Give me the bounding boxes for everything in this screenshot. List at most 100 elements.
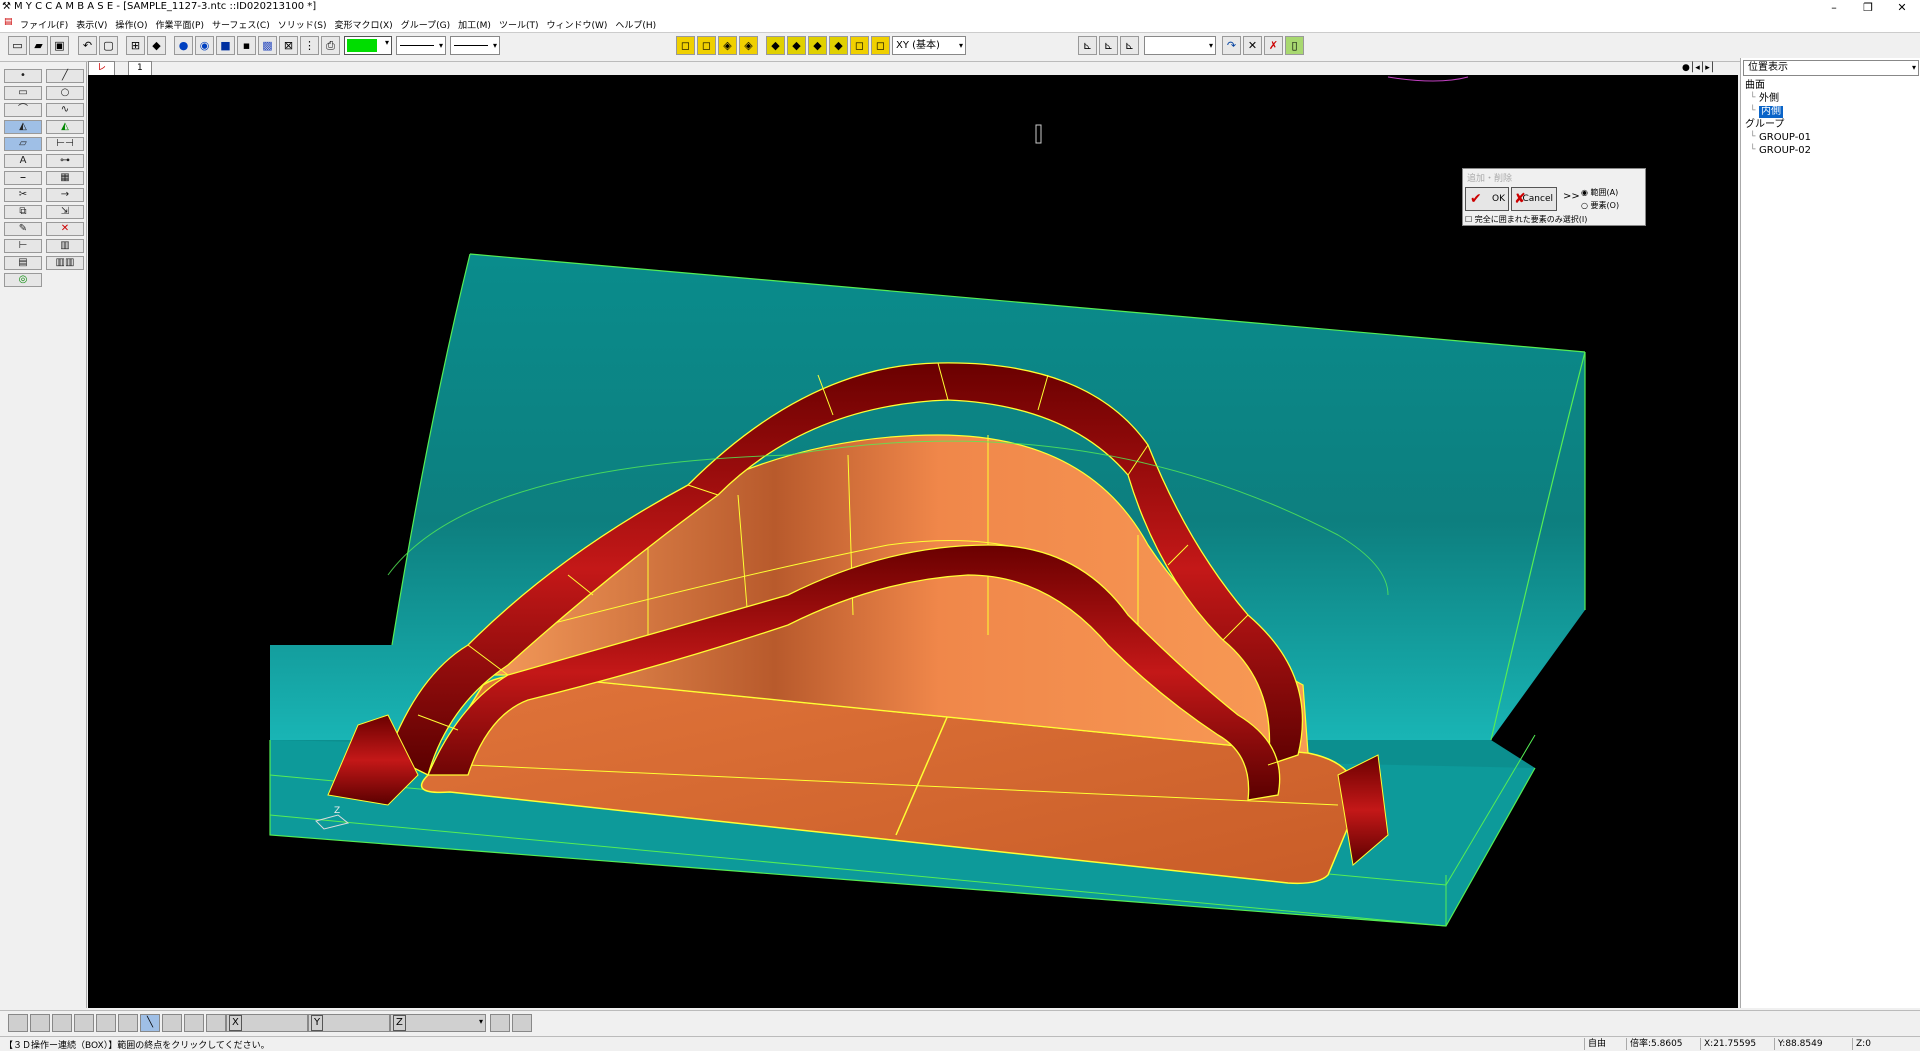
open-file-icon[interactable]: ▰ bbox=[29, 36, 48, 55]
snap-4-icon[interactable] bbox=[74, 1014, 94, 1032]
axis-x-icon[interactable]: ⊾ bbox=[1078, 36, 1097, 55]
view-iso-icon[interactable]: ◈ bbox=[718, 36, 737, 55]
x-coordinate-field[interactable]: X bbox=[226, 1014, 308, 1032]
menu-file[interactable]: ファイル(F) bbox=[20, 18, 68, 31]
menu-operation[interactable]: 操作(O) bbox=[115, 18, 147, 31]
view-all-icon[interactable]: ◻ bbox=[871, 36, 890, 55]
undo-icon[interactable]: ↶ bbox=[78, 36, 97, 55]
cancel-button[interactable]: ✘ Cancel bbox=[1511, 187, 1557, 211]
menu-tools[interactable]: ツール(T) bbox=[499, 18, 539, 31]
arc-icon[interactable]: ⌒ bbox=[4, 103, 42, 117]
close-button[interactable]: ✕ bbox=[1882, 0, 1920, 15]
surface-icon[interactable]: ◭ bbox=[4, 120, 42, 134]
offset-icon[interactable]: ⎯ bbox=[4, 171, 42, 185]
edit-icon[interactable]: ✎ bbox=[4, 222, 42, 236]
rect-icon[interactable]: ▭ bbox=[4, 86, 42, 100]
shade-icon[interactable]: ● bbox=[174, 36, 193, 55]
radio-range[interactable]: ◉ 範囲(A) bbox=[1581, 187, 1618, 198]
copy-icon[interactable]: ⧉ bbox=[4, 205, 42, 219]
line-weight-select[interactable]: ▾ bbox=[450, 36, 500, 55]
menu-help[interactable]: ヘルプ(H) bbox=[615, 18, 656, 31]
enclosed-only-checkbox[interactable]: ☐ 完全に囲まれた要素のみ選択(I) bbox=[1465, 214, 1587, 225]
menu-surface[interactable]: サーフェス(C) bbox=[212, 18, 270, 31]
print-icon[interactable]: ⎙ bbox=[321, 36, 340, 55]
snap-5-icon[interactable] bbox=[96, 1014, 116, 1032]
y-coordinate-field[interactable]: Y bbox=[308, 1014, 390, 1032]
circle-icon[interactable]: ○ bbox=[46, 86, 84, 100]
section-icon[interactable]: ⊠ bbox=[279, 36, 298, 55]
view-zoom-icon[interactable]: ◆ bbox=[829, 36, 848, 55]
view-bottom-icon[interactable]: ◆ bbox=[766, 36, 785, 55]
view-pan-icon[interactable]: ◆ bbox=[808, 36, 827, 55]
redo-icon[interactable]: ▢ bbox=[99, 36, 118, 55]
plane-icon[interactable]: ▱ bbox=[4, 137, 42, 151]
z-coordinate-field[interactable]: Z ▾ bbox=[390, 1014, 486, 1032]
axis-y-icon[interactable]: ⊾ bbox=[1099, 36, 1118, 55]
snap-6-icon[interactable] bbox=[118, 1014, 138, 1032]
grid-icon[interactable]: ▥ bbox=[46, 239, 84, 253]
menu-solid[interactable]: ソリッド(S) bbox=[278, 18, 327, 31]
fit-view-icon[interactable]: ⊞ bbox=[126, 36, 145, 55]
ok-button[interactable]: ✔ OK bbox=[1465, 187, 1509, 211]
measure-icon[interactable]: ⊢ bbox=[4, 239, 42, 253]
menu-group[interactable]: グループ(G) bbox=[401, 18, 450, 31]
snap-active-icon[interactable]: ╲ bbox=[140, 1014, 160, 1032]
trim-icon[interactable]: ✂ bbox=[4, 188, 42, 202]
menu-workplane[interactable]: 作業平面(P) bbox=[156, 18, 204, 31]
3d-viewport[interactable]: Z 追加・削除 ✔ OK ✘ Cancel >> ◉ 範囲(A) ○ 要素(O) ☐… bbox=[88, 75, 1738, 1008]
coord-reset-icon[interactable] bbox=[512, 1014, 532, 1032]
info-icon[interactable]: ▯ bbox=[1285, 36, 1304, 55]
delete-icon[interactable]: ✕ bbox=[46, 222, 84, 236]
view-side-icon[interactable]: ◈ bbox=[739, 36, 758, 55]
line-icon[interactable]: ╱ bbox=[46, 69, 84, 83]
shade-edge-icon[interactable]: ◉ bbox=[195, 36, 214, 55]
spline-icon[interactable]: ∿ bbox=[46, 103, 84, 117]
view-plane-select[interactable]: XY (基本) ▾ bbox=[892, 36, 966, 55]
cancel-select-icon[interactable]: ✕ bbox=[1243, 36, 1262, 55]
view-rotate-icon[interactable]: ◆ bbox=[787, 36, 806, 55]
solid-icon[interactable]: ◎ bbox=[4, 273, 42, 287]
document-icon[interactable]: ▤ bbox=[4, 17, 13, 27]
radio-element[interactable]: ○ 要素(O) bbox=[1581, 200, 1619, 211]
rotate-view-icon[interactable]: ↷ bbox=[1222, 36, 1241, 55]
menu-view[interactable]: 表示(V) bbox=[76, 18, 107, 31]
move-icon[interactable]: ⇲ bbox=[46, 205, 84, 219]
snap-9-icon[interactable] bbox=[184, 1014, 204, 1032]
menu-macro[interactable]: 変形マクロ(X) bbox=[334, 18, 392, 31]
view-window-icon[interactable]: ◻ bbox=[850, 36, 869, 55]
save-icon[interactable]: ▣ bbox=[50, 36, 69, 55]
color-picker[interactable]: ▾ bbox=[344, 36, 392, 55]
tab-1[interactable]: 1 bbox=[128, 61, 152, 75]
coord-apply-icon[interactable] bbox=[490, 1014, 510, 1032]
snap-3-icon[interactable] bbox=[52, 1014, 72, 1032]
snap-10-icon[interactable] bbox=[206, 1014, 226, 1032]
numeric-icon[interactable]: ▥▥ bbox=[46, 256, 84, 270]
position-display-select[interactable]: 位置表示 ▾ bbox=[1743, 60, 1919, 76]
grid-snap-icon[interactable]: ⋮ bbox=[300, 36, 319, 55]
menu-window[interactable]: ウィンドウ(W) bbox=[546, 18, 607, 31]
polyline-icon[interactable]: ⊶ bbox=[46, 154, 84, 168]
view-front-icon[interactable]: ◻ bbox=[697, 36, 716, 55]
line-style-select[interactable]: ▾ bbox=[396, 36, 446, 55]
extend-icon[interactable]: → bbox=[46, 188, 84, 202]
hidden-line-icon[interactable]: ▩ bbox=[258, 36, 277, 55]
hatch-icon[interactable]: ▦ bbox=[46, 171, 84, 185]
solid-display-icon[interactable]: ■ bbox=[216, 36, 235, 55]
wire-display-icon[interactable]: ▪ bbox=[237, 36, 256, 55]
surface-green-icon[interactable]: ◭ bbox=[46, 120, 84, 134]
layer-tool-icon[interactable]: ◆ bbox=[147, 36, 166, 55]
dimension-icon[interactable]: ⊢⊣ bbox=[46, 137, 84, 151]
layer-icon[interactable]: ▤ bbox=[4, 256, 42, 270]
tab-nav[interactable]: ●│◂│▸│ bbox=[1682, 62, 1738, 74]
text-icon[interactable]: A bbox=[4, 154, 42, 168]
delete-select-icon[interactable]: ✗ bbox=[1264, 36, 1283, 55]
point-icon[interactable]: • bbox=[4, 69, 42, 83]
workplane-select[interactable]: ▾ bbox=[1144, 36, 1216, 55]
view-top-icon[interactable]: ◻ bbox=[676, 36, 695, 55]
new-file-icon[interactable]: ▭ bbox=[8, 36, 27, 55]
expand-button[interactable]: >> bbox=[1563, 191, 1580, 202]
snap-8-icon[interactable] bbox=[162, 1014, 182, 1032]
menu-machining[interactable]: 加工(M) bbox=[458, 18, 491, 31]
snap-1-icon[interactable] bbox=[8, 1014, 28, 1032]
snap-2-icon[interactable] bbox=[30, 1014, 50, 1032]
